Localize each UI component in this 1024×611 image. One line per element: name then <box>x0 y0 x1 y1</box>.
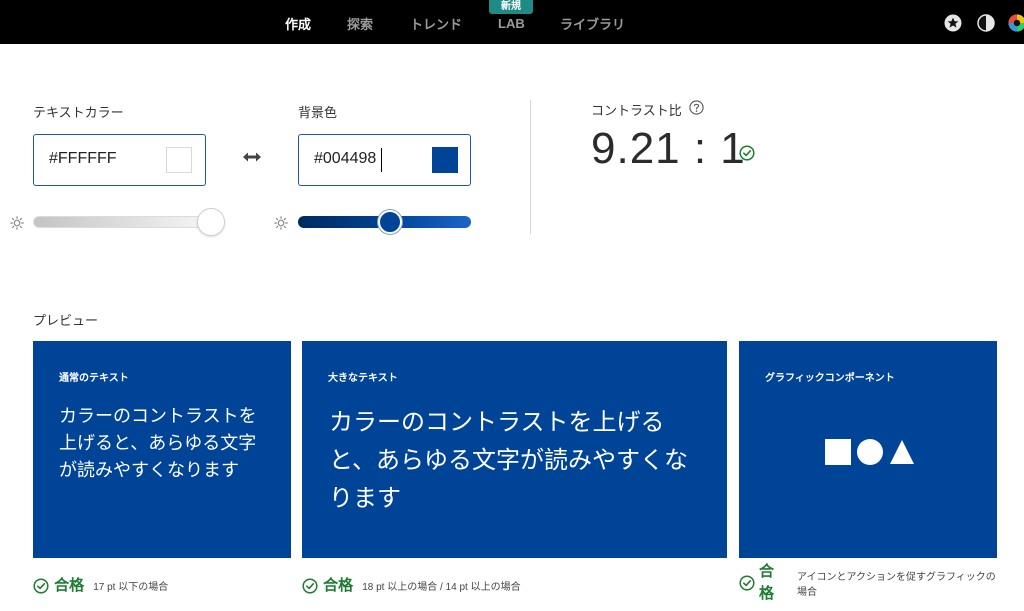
preview-card-graphic: グラフィックコンポーネント <box>739 341 997 558</box>
card-sample-text: カラーのコントラストを上げると、あらゆる文字が読みやすくなります <box>59 406 257 481</box>
text-color-label: テキストカラー <box>33 105 124 120</box>
swap-colors-icon[interactable] <box>242 150 262 164</box>
check-circle-icon <box>33 577 49 594</box>
text-color-field[interactable]: #FFFFFF <box>33 134 206 186</box>
new-badge: 新規 <box>489 0 533 14</box>
check-circle-icon <box>302 577 318 594</box>
pass-label: 合格 <box>759 563 775 602</box>
nav-tab-library[interactable]: ライブラリ <box>560 14 625 33</box>
background-brightness-thumb[interactable] <box>378 210 402 234</box>
pass-label: 合格 <box>54 577 85 594</box>
card-sample-text: カラーのコントラストを上げると、あらゆる文字が読みやすくなります <box>329 408 689 512</box>
brightness-icon <box>274 216 288 230</box>
text-color-swatch[interactable] <box>166 147 192 173</box>
background-color-swatch[interactable] <box>432 147 458 173</box>
nav-tab-lab[interactable]: LAB <box>498 16 525 31</box>
background-color-value[interactable]: #004498 <box>314 150 376 168</box>
contrast-ratio-value: 9.21 : 1 <box>591 124 746 173</box>
background-color-label: 背景色 <box>298 105 338 120</box>
top-nav-bar: 作成 探索 トレンド 新規 LAB ライブラリ <box>0 0 1024 44</box>
nav-tab-create[interactable]: 作成 <box>285 14 311 33</box>
nav-tab-trends[interactable]: トレンド <box>410 14 462 33</box>
brightness-icon <box>10 216 24 230</box>
circle-shape-icon <box>857 439 883 465</box>
check-circle-icon <box>739 145 755 161</box>
text-brightness-thumb[interactable] <box>197 208 225 236</box>
text-color-value[interactable]: #FFFFFF <box>49 150 117 168</box>
preview-label: プレビュー <box>33 313 99 328</box>
text-brightness-slider[interactable] <box>33 216 211 228</box>
color-wheel-icon[interactable] <box>1008 14 1024 32</box>
section-divider <box>530 100 531 234</box>
square-shape-icon <box>825 439 851 465</box>
help-icon[interactable] <box>689 100 704 115</box>
triangle-shape-icon <box>890 440 914 464</box>
nav-tab-explore[interactable]: 探索 <box>347 14 373 33</box>
pass-note: アイコンとアクションを促すグラフィックの場合 <box>797 572 996 598</box>
check-circle-icon <box>739 575 755 591</box>
card-title: 通常のテキスト <box>59 373 129 384</box>
text-cursor <box>381 148 382 172</box>
pass-note: 17 pt 以下の場合 <box>93 582 169 593</box>
pass-note: 18 pt 以上の場合 / 14 pt 以上の場合 <box>362 582 521 593</box>
pass-label: 合格 <box>323 577 354 594</box>
pass-row-normal-text: 合格 17 pt 以下の場合 <box>33 574 168 595</box>
background-color-field[interactable]: #004498 <box>298 134 471 186</box>
star-icon[interactable] <box>944 14 962 32</box>
card-title: グラフィックコンポーネント <box>765 373 895 384</box>
pass-row-large-text: 合格 18 pt 以上の場合 / 14 pt 以上の場合 <box>302 574 521 595</box>
contrast-icon[interactable] <box>977 14 995 32</box>
preview-card-normal-text: 通常のテキスト カラーのコントラストを上げると、あらゆる文字が読みやすくなります <box>33 341 291 558</box>
preview-card-large-text: 大きなテキスト カラーのコントラストを上げると、あらゆる文字が読みやすくなります <box>302 341 727 558</box>
contrast-ratio-label: コントラスト比 <box>591 103 682 118</box>
card-title: 大きなテキスト <box>328 373 398 384</box>
